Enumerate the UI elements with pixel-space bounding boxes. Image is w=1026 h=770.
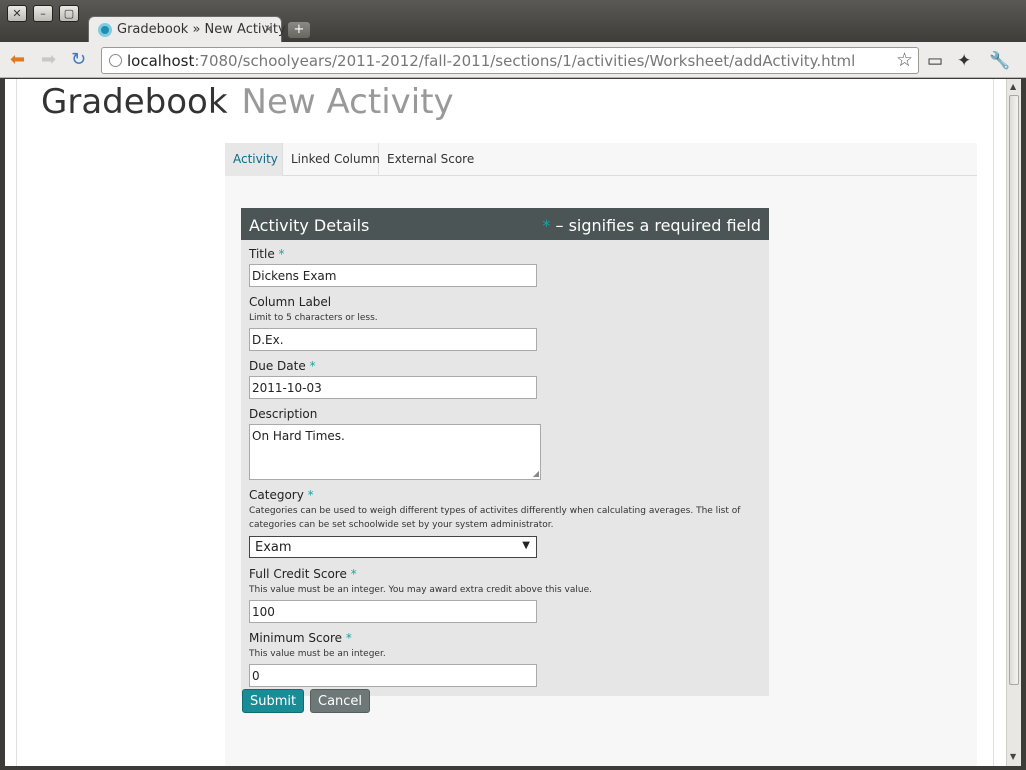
address-bar[interactable]: localhost:7080/schoolyears/2011-2012/fal…	[101, 47, 919, 74]
window-titlebar: ✕ – ▢ Gradebook » New Activity × +	[0, 0, 1026, 43]
window-right-border	[1021, 79, 1026, 770]
title-input[interactable]: Dickens Exam	[249, 264, 537, 287]
description-text: On Hard Times.	[252, 429, 345, 443]
category-label-text: Category	[249, 488, 304, 502]
column-label-hint: Limit to 5 characters or less.	[249, 313, 378, 323]
page-viewport: Gradebook New Activity Activity Linked Co…	[5, 79, 1006, 766]
form-legend: Activity Details * – signifies a require…	[241, 208, 769, 240]
minimum-score-label-text: Minimum Score	[249, 631, 343, 645]
activity-details-form: Activity Details * – signifies a require…	[241, 208, 769, 696]
required-marker: *	[278, 247, 285, 261]
category-hint: Categories can be used to weigh differen…	[249, 506, 741, 530]
content-panel: Activity Linked Column External Score Ac…	[225, 143, 977, 766]
pin-icon[interactable]: ✦	[957, 51, 971, 71]
bookmark-star-icon[interactable]: ☆	[896, 49, 913, 71]
window-minimize-button[interactable]: –	[33, 5, 53, 22]
scroll-down-arrow-icon[interactable]: ▼	[1010, 752, 1016, 761]
cancel-button[interactable]: Cancel	[310, 689, 371, 713]
required-marker: *	[350, 567, 357, 581]
fullscreen-icon[interactable]: ▭	[927, 51, 943, 71]
minimum-score-hint: This value must be an integer.	[249, 649, 386, 659]
minimum-score-label: Minimum Score *	[249, 631, 352, 645]
category-select[interactable]: Exam ▼	[249, 536, 537, 558]
page-title-main: Gradebook	[41, 82, 228, 122]
tab-close-icon[interactable]: ×	[263, 22, 274, 37]
title-label: Title *	[249, 247, 285, 261]
forward-arrow-icon[interactable]: ➡	[41, 50, 56, 70]
full-credit-hint: This value must be an integer. You may a…	[249, 585, 592, 595]
required-marker: *	[307, 488, 314, 502]
vertical-scrollbar[interactable]: ▲ ▼	[1006, 79, 1021, 766]
reload-icon[interactable]: ↻	[71, 50, 86, 70]
new-tab-button[interactable]: +	[288, 22, 310, 38]
required-marker: *	[345, 631, 352, 645]
dropdown-arrow-icon: ▼	[522, 540, 530, 551]
category-label: Category *	[249, 488, 314, 502]
wrench-icon[interactable]: 🔧	[989, 51, 1010, 71]
tab-external-score[interactable]: External Score	[379, 143, 482, 176]
full-credit-label: Full Credit Score *	[249, 567, 357, 581]
window-maximize-button[interactable]: ▢	[59, 5, 79, 22]
scrollbar-thumb[interactable]	[1009, 95, 1019, 685]
tab-linked-column[interactable]: Linked Column	[283, 143, 380, 176]
page-info-icon[interactable]	[109, 54, 122, 67]
page-title-sub: New Activity	[241, 82, 454, 122]
due-date-input[interactable]: 2011-10-03	[249, 376, 537, 399]
title-label-text: Title	[249, 247, 275, 261]
required-field-note: * – signifies a required field	[542, 216, 761, 235]
category-selected-value: Exam	[255, 540, 292, 555]
browser-toolbar: ⬅ ➡ ↻ localhost:7080/schoolyears/2011-20…	[0, 42, 1026, 78]
minimum-score-input[interactable]: 0	[249, 664, 537, 687]
full-credit-label-text: Full Credit Score	[249, 567, 347, 581]
window-bottom-border	[0, 766, 1026, 770]
full-credit-input[interactable]: 100	[249, 600, 537, 623]
browser-tab[interactable]: Gradebook » New Activity ×	[88, 16, 286, 43]
legend-title: Activity Details	[249, 216, 370, 235]
due-date-label-text: Due Date	[249, 359, 306, 373]
due-date-label: Due Date *	[249, 359, 316, 373]
required-marker: *	[309, 359, 316, 373]
column-label-label: Column Label	[249, 295, 332, 309]
page-title: Gradebook New Activity	[41, 82, 454, 122]
url-host: localhost	[127, 52, 195, 70]
scroll-up-arrow-icon[interactable]: ▲	[1010, 82, 1016, 91]
url-path: :7080/schoolyears/2011-2012/fall-2011/se…	[194, 52, 856, 70]
tab-favicon-icon	[98, 23, 112, 37]
tab-activity[interactable]: Activity	[225, 143, 283, 176]
page-tabbar: Activity Linked Column External Score	[225, 143, 977, 176]
window-close-button[interactable]: ✕	[7, 5, 27, 22]
description-label: Description	[249, 407, 318, 421]
submit-button[interactable]: Submit	[242, 689, 305, 713]
resize-grip-icon[interactable]: ◢	[533, 469, 539, 478]
required-note-text: – signifies a required field	[550, 216, 762, 235]
browser-tab-title: Gradebook » New Activity	[117, 22, 286, 37]
column-label-input[interactable]: D.Ex.	[249, 328, 537, 351]
back-arrow-icon[interactable]: ⬅	[10, 50, 25, 70]
description-textarea[interactable]: On Hard Times. ◢	[249, 424, 541, 480]
